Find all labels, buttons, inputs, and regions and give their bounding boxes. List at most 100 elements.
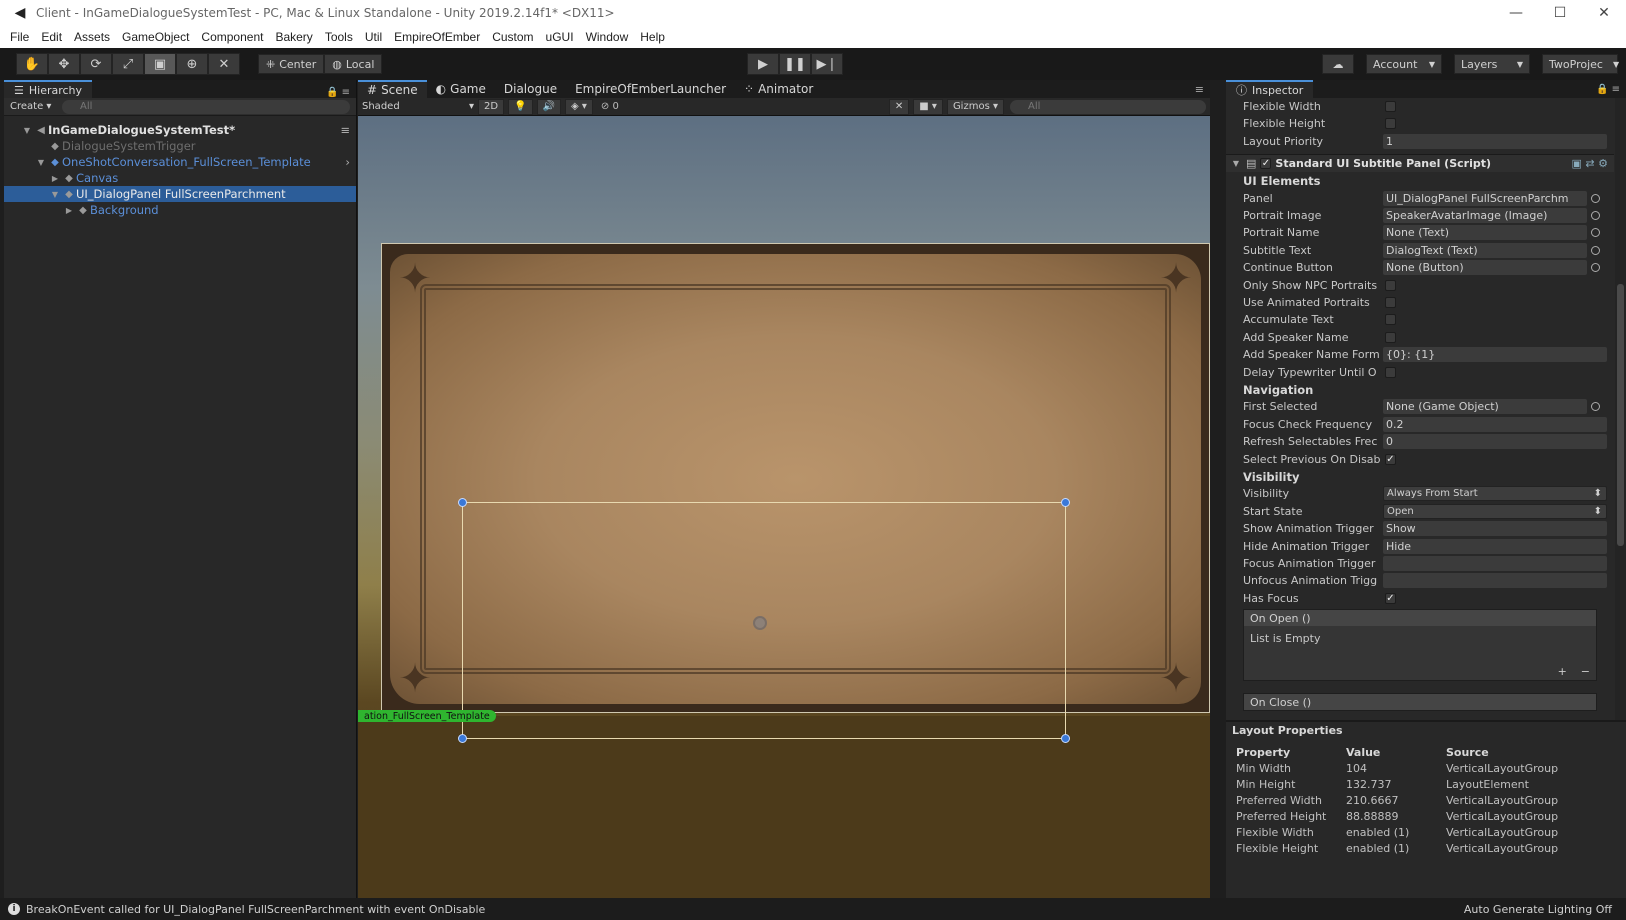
menu-component[interactable]: Component (195, 30, 269, 44)
panel-menu-icon[interactable]: 🔒 ≡ (326, 87, 356, 98)
property-checkbox[interactable] (1385, 297, 1396, 308)
custom-tool-icon[interactable]: ✕ (208, 53, 240, 75)
text-field[interactable]: Hide (1383, 538, 1607, 554)
foldout-arrow-icon[interactable]: ▼ (1230, 159, 1242, 168)
hidden-objects-counter[interactable]: ⊘ 0 (601, 101, 619, 112)
hierarchy-item[interactable]: ▼ ◆ OneShotConversation_FullScreen_Templ… (4, 154, 356, 170)
panel-menu-icon[interactable]: ≡ (1195, 83, 1210, 96)
tab-game[interactable]: ◐ Game (427, 80, 495, 98)
move-tool-icon[interactable]: ✥ (48, 53, 80, 75)
resize-handle[interactable] (458, 734, 467, 743)
component-enabled-checkbox[interactable]: ✓ (1260, 158, 1272, 170)
object-field[interactable]: SpeakerAvatarImage (Image) (1383, 208, 1587, 223)
menu-help[interactable]: Help (634, 30, 671, 44)
hierarchy-item-selected[interactable]: ▼ ◆ UI_DialogPanel FullScreenParchment (4, 186, 356, 202)
effects-dropdown-icon[interactable]: ◈ ▾ (564, 98, 593, 115)
resize-handle[interactable] (458, 498, 467, 507)
scene-root-row[interactable]: ▼ ◀ InGameDialogueSystemTest* ≡ (4, 122, 356, 138)
layers-dropdown[interactable]: Layers ▼ (1454, 54, 1530, 74)
chevron-right-icon[interactable]: › (345, 155, 356, 169)
menu-bakery[interactable]: Bakery (269, 30, 318, 44)
expand-arrow-icon[interactable]: ▼ (20, 126, 34, 135)
menu-tools[interactable]: Tools (319, 30, 359, 44)
resize-handle[interactable] (1061, 498, 1070, 507)
component-header[interactable]: ▼ ▤ ✓ Standard UI Subtitle Panel (Script) ▣ … (1226, 154, 1614, 173)
tab-dialogue[interactable]: Dialogue (495, 80, 566, 98)
scene-viewport[interactable]: ✦ ✦ ✦ ✦ ation_FullScreen_Template (358, 116, 1210, 898)
component-icons[interactable]: ▣ ⇄ ⚙ (1572, 157, 1608, 170)
object-field[interactable]: None (Button) (1383, 260, 1587, 276)
menu-edit[interactable]: Edit (35, 30, 68, 44)
scrollbar-thumb[interactable] (1617, 284, 1624, 546)
hierarchy-tab[interactable]: ☰ Hierarchy (4, 80, 93, 98)
menu-ugui[interactable]: uGUI (540, 30, 580, 44)
add-item-button[interactable]: + (1558, 665, 1567, 678)
panel-menu-icon[interactable]: 🔒 ≡ (1596, 84, 1626, 95)
scene-search-input[interactable]: All (1010, 99, 1206, 114)
resize-handle[interactable] (1061, 734, 1070, 743)
hierarchy-item[interactable]: ▶ ◆ Canvas (4, 170, 356, 186)
minimize-button[interactable]: — (1494, 0, 1538, 26)
pivot-space-button[interactable]: ◍ Local (324, 54, 383, 74)
property-checkbox[interactable] (1385, 314, 1396, 326)
hierarchy-item[interactable]: ◆ DialogueSystemTrigger (4, 138, 356, 154)
menu-file[interactable]: File (4, 30, 35, 44)
account-dropdown[interactable]: Account ▼ (1366, 54, 1442, 74)
menu-util[interactable]: Util (359, 30, 388, 44)
menu-gameobject[interactable]: GameObject (116, 30, 195, 44)
tab-scene[interactable]: # Scene (358, 80, 427, 98)
tab-animator[interactable]: ⁘ Animator (735, 80, 822, 98)
transform-tool-icon[interactable]: ⊕ (176, 53, 208, 75)
remove-item-button[interactable]: − (1581, 665, 1590, 678)
hierarchy-search-input[interactable]: All (62, 99, 350, 114)
create-dropdown[interactable]: Create ▾ (10, 101, 62, 112)
object-field[interactable]: DialogText (Text) (1383, 242, 1587, 258)
property-checkbox[interactable] (1385, 118, 1396, 130)
lighting-toggle-icon[interactable]: 💡 (508, 98, 533, 115)
2d-toggle[interactable]: 2D (478, 98, 505, 115)
object-picker-icon[interactable] (1591, 228, 1600, 238)
rect-transform-gizmo[interactable] (458, 498, 1070, 743)
rotate-tool-icon[interactable]: ⟳ (80, 53, 112, 75)
tools-icon[interactable]: ✕ (888, 98, 910, 115)
property-checkbox[interactable] (1385, 331, 1396, 343)
menu-window[interactable]: Window (580, 30, 635, 44)
object-field[interactable]: None (Game Object) (1383, 399, 1587, 415)
hierarchy-item[interactable]: ▶ ◆ Background (4, 202, 356, 218)
inspector-tab[interactable]: ⓘ Inspector (1226, 80, 1314, 98)
text-field[interactable] (1383, 556, 1607, 571)
expand-arrow-icon[interactable]: ▶ (62, 206, 76, 215)
property-checkbox[interactable] (1385, 366, 1396, 378)
maximize-button[interactable]: ☐ (1538, 0, 1582, 26)
menu-custom[interactable]: Custom (486, 30, 539, 44)
object-field[interactable]: None (Text) (1383, 225, 1587, 241)
text-field[interactable]: 0.2 (1383, 416, 1607, 432)
cloud-button-icon[interactable]: ☁ (1322, 54, 1354, 74)
scene-menu-icon[interactable]: ≡ (340, 123, 356, 137)
property-checkbox[interactable] (1385, 101, 1396, 112)
hand-tool-icon[interactable]: ✋ (16, 53, 48, 75)
audio-toggle-icon[interactable]: 🔊 (536, 98, 561, 115)
close-button[interactable]: ✕ (1582, 0, 1626, 26)
camera-dropdown-icon[interactable]: ■ ▾ (913, 98, 943, 115)
pivot-mode-button[interactable]: ⁜ Center (258, 54, 325, 74)
object-picker-icon[interactable] (1591, 245, 1600, 255)
tab-launcher[interactable]: EmpireOfEmberLauncher (566, 80, 735, 98)
layout-dropdown[interactable]: TwoProjec ▼ (1542, 54, 1619, 74)
property-dropdown[interactable]: Open ⬍ (1383, 503, 1607, 519)
text-field[interactable]: 0 (1383, 434, 1607, 450)
property-checkbox[interactable]: ✓ (1385, 453, 1396, 465)
menu-empireofember[interactable]: EmpireOfEmber (388, 30, 486, 44)
pivot-handle[interactable] (753, 616, 767, 630)
object-picker-icon[interactable] (1591, 402, 1600, 412)
rect-tool-icon[interactable]: ▣ (144, 53, 176, 75)
step-button-icon[interactable]: ▶❘ (811, 53, 843, 75)
pause-button-icon[interactable]: ❚❚ (779, 53, 811, 75)
text-field[interactable]: 1 (1383, 133, 1607, 149)
property-checkbox[interactable] (1385, 279, 1396, 291)
menu-assets[interactable]: Assets (68, 30, 116, 44)
gizmos-dropdown[interactable]: Gizmos ▾ (946, 98, 1004, 115)
expand-arrow-icon[interactable]: ▶ (48, 174, 62, 183)
property-dropdown[interactable]: Always From Start ⬍ (1383, 486, 1607, 502)
status-message[interactable]: BreakOnEvent called for UI_DialogPanel F… (26, 903, 485, 916)
